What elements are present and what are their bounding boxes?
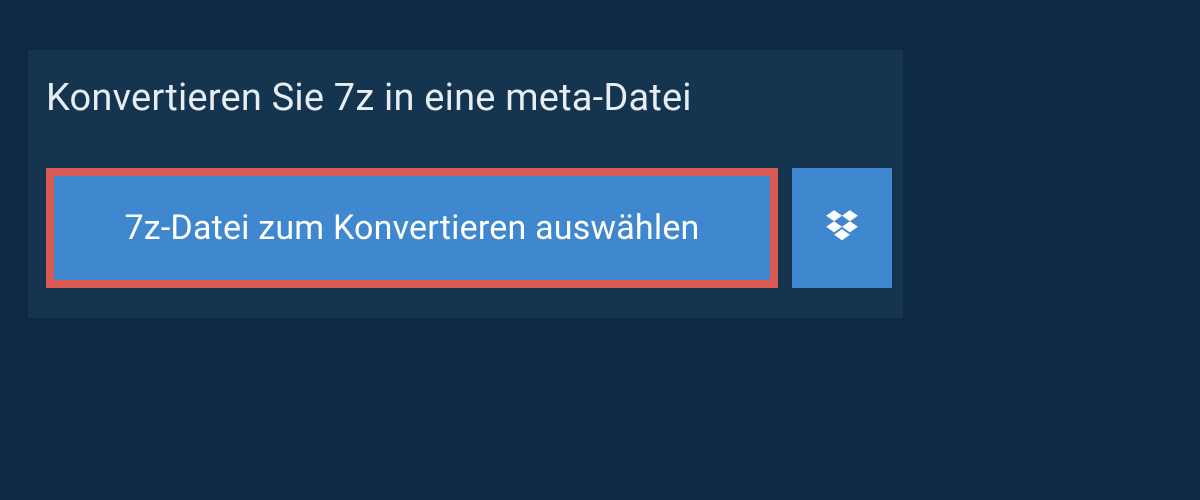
dropbox-icon [823, 207, 861, 249]
page-title: Konvertieren Sie 7z in eine meta-Datei [46, 76, 692, 120]
converter-panel: Konvertieren Sie 7z in eine meta-Datei 7… [28, 50, 903, 318]
heading-wrap: Konvertieren Sie 7z in eine meta-Datei [28, 50, 726, 146]
select-file-button-label: 7z-Datei zum Konvertieren auswählen [124, 208, 699, 248]
button-row: 7z-Datei zum Konvertieren auswählen [28, 146, 903, 318]
dropbox-button[interactable] [792, 168, 892, 288]
select-file-button[interactable]: 7z-Datei zum Konvertieren auswählen [46, 168, 778, 288]
